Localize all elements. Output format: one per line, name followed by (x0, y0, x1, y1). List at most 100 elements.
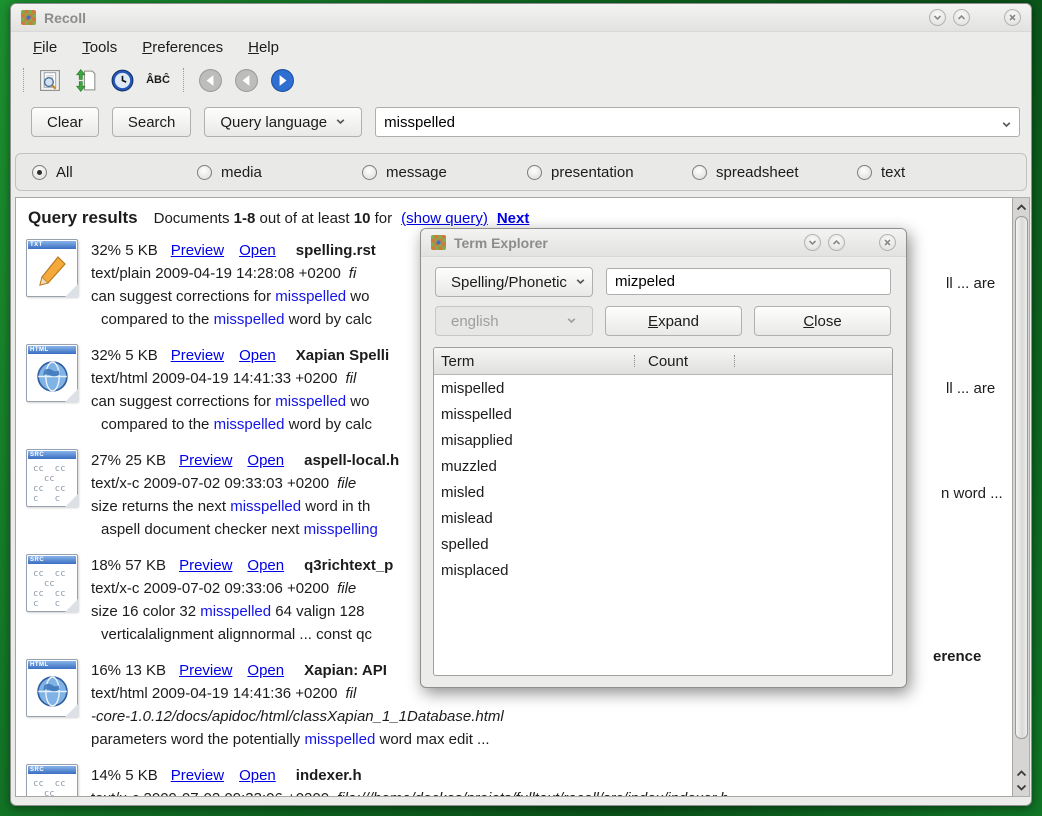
menu-file[interactable]: File (33, 39, 57, 56)
filter-presentation[interactable]: presentation (527, 164, 692, 181)
open-link[interactable]: Open (239, 347, 276, 364)
term-cell[interactable]: mislead (434, 510, 641, 527)
radio-icon[interactable] (857, 165, 872, 180)
result-text-part: aspell document checker next (101, 521, 304, 538)
term-table-row[interactable]: muzzled (434, 453, 892, 479)
term-table-row[interactable]: misspelled (434, 401, 892, 427)
result-text-part: compared to the (101, 416, 214, 433)
html-file-icon: HTML (26, 344, 78, 402)
preview-link[interactable]: Preview (179, 557, 232, 574)
expand-button[interactable]: Expand (605, 306, 742, 336)
category-filter-bar: All mediamessagepresentationspreadsheet te… (15, 153, 1027, 191)
clear-button[interactable]: Clear (31, 107, 99, 137)
result-text-part: wo (346, 288, 369, 305)
close-button[interactable] (879, 234, 896, 251)
preview-link[interactable]: Preview (179, 452, 232, 469)
term-cell[interactable]: mispelled (434, 380, 641, 397)
term-table-row[interactable]: misled (434, 479, 892, 505)
main-titlebar[interactable]: Recoll (11, 4, 1031, 32)
term-explorer-icon[interactable]: ÂBĈ (145, 67, 171, 93)
term-table-row[interactable]: mislead (434, 505, 892, 531)
scroll-up-icon[interactable] (1016, 200, 1027, 214)
term-cell[interactable]: misled (434, 484, 641, 501)
filter-text[interactable]: text (857, 164, 1022, 181)
filter-label: All (56, 164, 73, 181)
term-table-row[interactable]: misplaced (434, 557, 892, 583)
history-icon[interactable] (109, 67, 135, 93)
result-text-part: compared to the (101, 311, 214, 328)
term-cell[interactable]: misplaced (434, 562, 641, 579)
chevron-down-icon[interactable] (1001, 117, 1012, 135)
filter-label: text (881, 164, 905, 181)
open-link[interactable]: Open (247, 452, 284, 469)
maximize-button[interactable] (953, 9, 970, 26)
scroll-up-icon-bottom[interactable] (1016, 766, 1027, 780)
radio-icon[interactable] (362, 165, 377, 180)
scrollbar-thumb[interactable] (1015, 216, 1028, 739)
menu-tools[interactable]: Tools (82, 39, 117, 56)
next-page-icon[interactable] (269, 67, 295, 93)
search-input[interactable] (375, 107, 1020, 137)
preview-link[interactable]: Preview (179, 662, 232, 679)
show-query-link[interactable]: (show query) (401, 210, 488, 227)
result-text-part: 27% 25 KB (91, 452, 166, 469)
term-table-header[interactable]: Term Count (434, 348, 892, 375)
src-file-icon: SRCcc cc cc cc cc c c (26, 764, 78, 797)
minimize-button[interactable] (929, 9, 946, 26)
open-link[interactable]: Open (247, 662, 284, 679)
close-button[interactable] (1004, 9, 1021, 26)
result-text-part: word by calc (284, 416, 372, 433)
query-language-select[interactable]: Query language (204, 107, 362, 137)
next-page-link[interactable]: Next (497, 210, 530, 227)
term-cell[interactable]: misspelled (434, 406, 641, 423)
menu-help[interactable]: Help (248, 39, 279, 56)
filter-media[interactable]: media (197, 164, 362, 181)
expansion-mode-select[interactable]: Spelling/Phonetic (435, 267, 593, 297)
filter-message[interactable]: message (362, 164, 527, 181)
results-scrollbar[interactable] (1013, 197, 1030, 797)
toolbar-separator (183, 68, 185, 92)
preview-link[interactable]: Preview (171, 347, 224, 364)
radio-icon[interactable] (527, 165, 542, 180)
dialog-window-controls (804, 234, 896, 251)
column-divider[interactable] (734, 355, 735, 367)
scroll-down-icon[interactable] (1016, 780, 1027, 794)
result-title: spelling.rst (296, 242, 376, 259)
result-text-part: word by calc (284, 311, 372, 328)
term-table-row[interactable]: misapplied (434, 427, 892, 453)
scrollbar-track[interactable] (1015, 216, 1028, 764)
menubar: File Tools Preferences Help (11, 32, 1031, 61)
filter-all[interactable]: All (32, 164, 197, 181)
chevron-down-icon (335, 114, 346, 131)
dialog-title: Term Explorer (454, 235, 796, 251)
term-input[interactable] (606, 268, 891, 295)
radio-icon[interactable] (197, 165, 212, 180)
preview-link[interactable]: Preview (171, 242, 224, 259)
open-link[interactable]: Open (247, 557, 284, 574)
term-cell[interactable]: muzzled (434, 458, 641, 475)
count-column-header[interactable]: Count (641, 353, 688, 370)
menu-preferences[interactable]: Preferences (142, 39, 223, 56)
dialog-titlebar[interactable]: Term Explorer (421, 229, 906, 257)
update-index-icon[interactable] (73, 67, 99, 93)
term-table-row[interactable]: mispelled (434, 375, 892, 401)
term-column-header[interactable]: Term (434, 353, 641, 370)
open-link[interactable]: Open (239, 242, 276, 259)
radio-icon[interactable] (32, 165, 47, 180)
show-results-icon[interactable] (37, 67, 63, 93)
column-divider[interactable] (634, 355, 635, 367)
close-button[interactable]: Close (754, 306, 891, 336)
term-table-row[interactable]: spelled (434, 531, 892, 557)
result-text-part: text/x-c 2009-07-02 09:33:06 +0200 (91, 790, 329, 797)
term-cell[interactable]: misapplied (434, 432, 641, 449)
filter-spreadsheet[interactable]: spreadsheet (692, 164, 857, 181)
preview-link[interactable]: Preview (171, 767, 224, 784)
open-link[interactable]: Open (239, 767, 276, 784)
result-text: 14% 5 KBPreviewOpenindexer.htext/x-c 200… (91, 764, 728, 797)
minimize-button[interactable] (804, 234, 821, 251)
result-text-part: can suggest corrections for (91, 288, 275, 305)
term-cell[interactable]: spelled (434, 536, 641, 553)
search-button[interactable]: Search (112, 107, 192, 137)
radio-icon[interactable] (692, 165, 707, 180)
maximize-button[interactable] (828, 234, 845, 251)
